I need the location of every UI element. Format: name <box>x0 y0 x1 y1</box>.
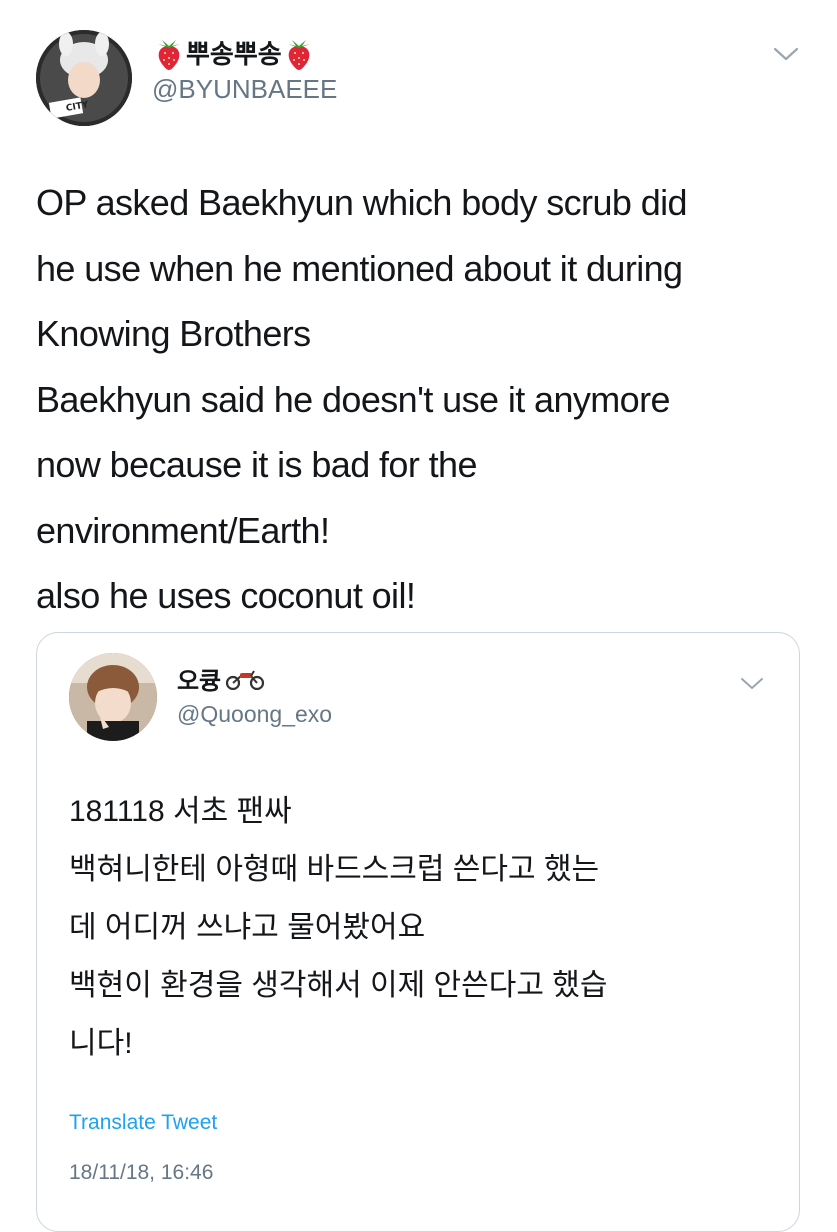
quoted-author-handle[interactable]: @Quoong_exo <box>177 701 332 728</box>
author-display-name: 뿌송뿌송 <box>186 39 282 69</box>
avatar-image <box>69 653 157 741</box>
tweet-text-line: Knowing Brothers <box>36 313 311 354</box>
tweet-text-line: environment/Earth! <box>36 509 330 551</box>
chevron-down-icon <box>773 47 799 61</box>
chevron-down-icon <box>741 678 763 689</box>
quoted-text-line: 백혀니한테 아형때 바드스크럽 쓴다고 했는 <box>69 853 600 886</box>
quoted-text-line: 니다! <box>69 1027 133 1060</box>
quoted-tweet-menu-button[interactable] <box>739 675 765 693</box>
tweet: CITY 뿌송뿌송 @BYUNBAEEE OP asked Baekhyun w… <box>0 0 837 1232</box>
tweet-text-line: he use when he mentioned about it during <box>36 247 683 289</box>
tweet-timestamp[interactable]: 18/11/18, 16:46 <box>69 1161 213 1185</box>
author-handle[interactable]: @BYUNBAEEE <box>152 74 337 105</box>
quoted-tweet-card[interactable]: 오큥 @Quoong_exo 181118 서초 팬싸 백혀니한테 아형때 바드… <box>36 632 800 1232</box>
quoted-author-avatar[interactable] <box>69 653 157 741</box>
tweet-text-line: also he uses coconut oil! <box>36 575 416 616</box>
author-name-row[interactable]: 뿌송뿌송 <box>152 34 316 71</box>
quoted-text-line: 백현이 환경을 생각해서 이제 안쓴다고 했습 <box>69 969 608 1002</box>
tweet-menu-button[interactable] <box>771 44 801 64</box>
strawberry-icon <box>287 39 310 70</box>
avatar-image: CITY <box>36 30 132 126</box>
strawberry-icon <box>158 39 180 70</box>
tweet-text-line: OP asked Baekhyun which body scrub did <box>36 182 688 223</box>
translate-tweet-link[interactable]: Translate Tweet <box>69 1111 217 1135</box>
tweet-text-line: Baekhyun said he doesn't use it anymore <box>36 378 670 420</box>
quoted-tweet-text: 181118 서초 팬싸 백혀니한테 아형때 바드스크럽 쓴다고 했는 데 어디… <box>69 783 769 1073</box>
tweet-text: OP asked Baekhyun which body scrub did h… <box>36 170 826 629</box>
tweet-text-line: now because it is bad for the <box>36 444 477 485</box>
quoted-author-display-name: 오큥 <box>177 668 222 695</box>
motorcycle-icon <box>226 669 265 690</box>
author-avatar[interactable]: CITY <box>36 30 132 126</box>
quoted-author-name-row[interactable]: 오큥 <box>177 661 265 696</box>
quoted-text-line: 181118 서초 팬싸 <box>69 795 292 828</box>
quoted-text-line: 데 어디꺼 쓰냐고 물어봤어요 <box>69 911 426 944</box>
